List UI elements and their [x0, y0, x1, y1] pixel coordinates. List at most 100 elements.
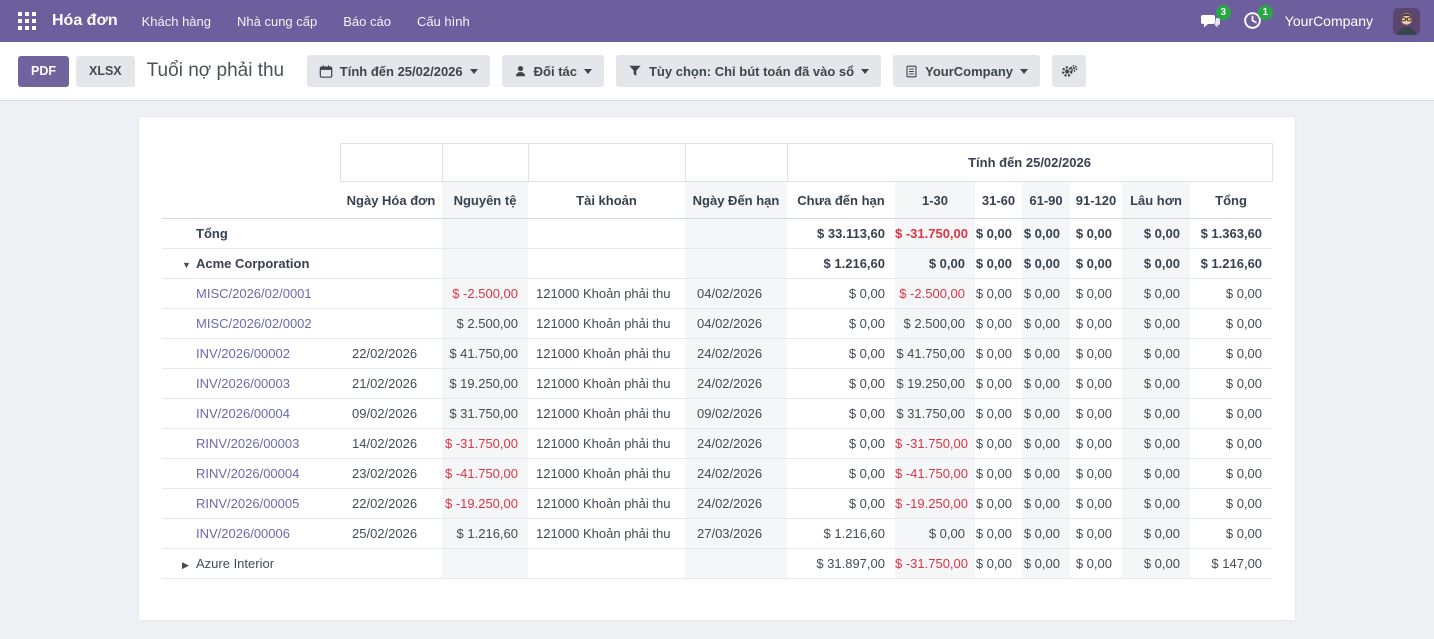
table-row[interactable]: ▼Acme Corporation $ 1.216,60 $ 0,00 $ 0,… — [162, 249, 1272, 279]
cell-currency — [442, 549, 528, 579]
filter-options-label: Tùy chọn: Chỉ bút toán đã vào sổ — [649, 64, 854, 79]
cell-not-due: $ 0,00 — [787, 459, 895, 489]
table-row[interactable]: MISC/2026/02/0001 $ -2.500,00 121000 Kho… — [162, 279, 1272, 309]
table-row[interactable]: INV/2026/00004 09/02/2026 $ 31.750,00 12… — [162, 399, 1272, 429]
cell-currency: $ 41.750,00 — [442, 339, 528, 369]
company-journal-icon — [905, 64, 918, 79]
cell-31-60: $ 0,00 — [975, 519, 1022, 549]
nav-item-customers[interactable]: Khách hàng — [142, 14, 211, 29]
cell-not-due: $ 1.216,60 — [787, 519, 895, 549]
content-area: Tính đến 25/02/2026 Ngày Hóa đơn Nguyên … — [0, 101, 1434, 639]
cell-name: INV/2026/00002 — [162, 339, 340, 369]
cell-name: RINV/2026/00005 — [162, 489, 340, 519]
row-name[interactable]: RINV/2026/00003 — [196, 436, 299, 451]
cell-name: ▶Azure Interior — [162, 549, 340, 579]
table-row[interactable]: RINV/2026/00004 23/02/2026 $ -41.750,00 … — [162, 459, 1272, 489]
row-name[interactable]: INV/2026/00003 — [196, 376, 290, 391]
cell-invoice-date — [340, 309, 442, 339]
row-name[interactable]: Acme Corporation — [196, 256, 309, 271]
cell-currency — [442, 249, 528, 279]
messages-button[interactable]: 3 — [1201, 11, 1223, 31]
row-name[interactable]: INV/2026/00002 — [196, 346, 290, 361]
cell-total: $ 0,00 — [1190, 399, 1272, 429]
cell-not-due: $ 0,00 — [787, 279, 895, 309]
apps-grid-icon[interactable] — [14, 8, 40, 34]
cell-31-60: $ 0,00 — [975, 249, 1022, 279]
cell-older: $ 0,00 — [1122, 549, 1190, 579]
filter-date-label: Tính đến 25/02/2026 — [340, 64, 463, 79]
avatar[interactable] — [1393, 8, 1420, 35]
cell-91-120: $ 0,00 — [1070, 219, 1122, 249]
row-name[interactable]: Azure Interior — [196, 556, 274, 571]
cell-name: MISC/2026/02/0001 — [162, 279, 340, 309]
row-name[interactable]: MISC/2026/02/0001 — [196, 286, 312, 301]
table-row[interactable]: INV/2026/00006 25/02/2026 $ 1.216,60 121… — [162, 519, 1272, 549]
row-name[interactable]: INV/2026/00006 — [196, 526, 290, 541]
table-row[interactable]: RINV/2026/00005 22/02/2026 $ -19.250,00 … — [162, 489, 1272, 519]
row-name[interactable]: INV/2026/00004 — [196, 406, 290, 421]
cell-not-due: $ 0,00 — [787, 489, 895, 519]
cell-91-120: $ 0,00 — [1070, 429, 1122, 459]
cell-older: $ 0,00 — [1122, 219, 1190, 249]
fold-caret-icon[interactable]: ▶ — [182, 560, 196, 571]
export-pdf-button[interactable]: PDF — [18, 56, 69, 87]
column-header-currency: Nguyên tệ — [442, 182, 528, 219]
cell-not-due: $ 0,00 — [787, 429, 895, 459]
cell-invoice-date: 09/02/2026 — [340, 399, 442, 429]
cell-older: $ 0,00 — [1122, 339, 1190, 369]
table-row[interactable]: INV/2026/00002 22/02/2026 $ 41.750,00 12… — [162, 339, 1272, 369]
cell-invoice-date: 22/02/2026 — [340, 489, 442, 519]
table-row[interactable]: RINV/2026/00003 14/02/2026 $ -31.750,00 … — [162, 429, 1272, 459]
cell-61-90: $ 0,00 — [1022, 369, 1070, 399]
cell-due-date: 24/02/2026 — [685, 429, 787, 459]
filter-company-button[interactable]: YourCompany — [893, 55, 1040, 87]
column-header-91-120: 91-120 — [1070, 182, 1122, 219]
table-row[interactable]: Tổng $ 33.113,60 $ -31.750,00 $ 0,00 $ 0… — [162, 219, 1272, 249]
cell-invoice-date: 25/02/2026 — [340, 519, 442, 549]
top-navbar: Hóa đơn Khách hàng Nhà cung cấp Báo cáo … — [0, 0, 1434, 42]
cell-1-30: $ 2.500,00 — [895, 309, 975, 339]
chevron-down-icon — [470, 69, 478, 74]
table-row[interactable]: MISC/2026/02/0002 $ 2.500,00 121000 Khoả… — [162, 309, 1272, 339]
cell-1-30: $ -31.750,00 — [895, 429, 975, 459]
filter-partners-button[interactable]: Đối tác — [502, 55, 604, 87]
filter-options-button[interactable]: Tùy chọn: Chỉ bút toán đã vào sổ — [616, 55, 881, 87]
table-row[interactable]: ▶Azure Interior $ 31.897,00 $ -31.750,00… — [162, 549, 1272, 579]
cell-older: $ 0,00 — [1122, 429, 1190, 459]
report-card: Tính đến 25/02/2026 Ngày Hóa đơn Nguyên … — [139, 117, 1295, 620]
cell-invoice-date: 23/02/2026 — [340, 459, 442, 489]
cell-total: $ 147,00 — [1190, 549, 1272, 579]
export-xlsx-button[interactable]: XLSX — [76, 56, 135, 87]
row-name[interactable]: MISC/2026/02/0002 — [196, 316, 312, 331]
cell-31-60: $ 0,00 — [975, 399, 1022, 429]
row-name[interactable]: RINV/2026/00005 — [196, 496, 299, 511]
filter-date-button[interactable]: Tính đến 25/02/2026 — [307, 55, 490, 87]
row-name[interactable]: RINV/2026/00004 — [196, 466, 299, 481]
cell-total: $ 0,00 — [1190, 429, 1272, 459]
cell-1-30: $ 0,00 — [895, 249, 975, 279]
activities-button[interactable]: 1 — [1243, 11, 1265, 31]
cell-currency — [442, 219, 528, 249]
cell-currency: $ 19.250,00 — [442, 369, 528, 399]
nav-item-configuration[interactable]: Cấu hình — [417, 14, 470, 29]
column-header-31-60: 31-60 — [975, 182, 1022, 219]
nav-item-vendors[interactable]: Nhà cung cấp — [237, 14, 317, 29]
period-group-header: Tính đến 25/02/2026 — [787, 144, 1272, 182]
settings-button[interactable] — [1052, 55, 1086, 87]
cell-invoice-date: 21/02/2026 — [340, 369, 442, 399]
aged-receivable-table: Tính đến 25/02/2026 Ngày Hóa đơn Nguyên … — [162, 143, 1273, 579]
empty-cell — [162, 144, 340, 182]
column-header-account: Tài khoản — [528, 182, 685, 219]
cell-91-120: $ 0,00 — [1070, 549, 1122, 579]
cell-31-60: $ 0,00 — [975, 339, 1022, 369]
app-name[interactable]: Hóa đơn — [52, 12, 118, 30]
fold-caret-icon[interactable]: ▼ — [182, 260, 196, 270]
cell-61-90: $ 0,00 — [1022, 549, 1070, 579]
nav-item-reports[interactable]: Báo cáo — [343, 14, 391, 29]
table-row[interactable]: INV/2026/00003 21/02/2026 $ 19.250,00 12… — [162, 369, 1272, 399]
user-menu[interactable]: YourCompany — [1285, 13, 1373, 29]
cell-total: $ 0,00 — [1190, 489, 1272, 519]
cell-currency: $ 1.216,60 — [442, 519, 528, 549]
column-header-invoice-date: Ngày Hóa đơn — [340, 182, 442, 219]
row-name[interactable]: Tổng — [196, 226, 228, 241]
